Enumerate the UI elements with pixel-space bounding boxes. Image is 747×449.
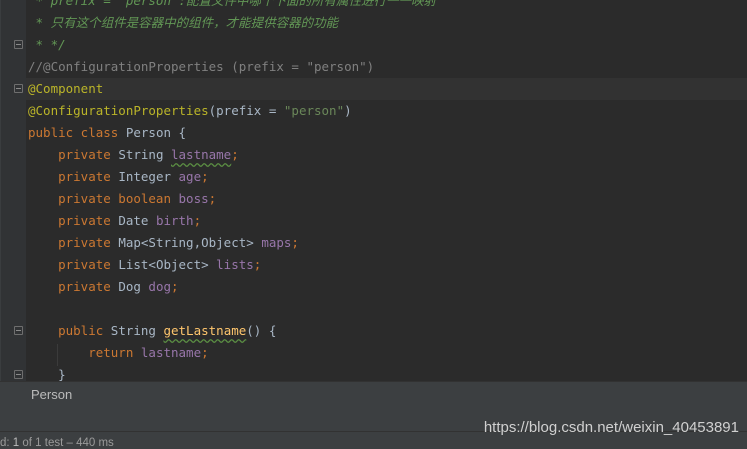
code-line[interactable]: private Integer age; [28, 166, 209, 188]
code-token: ; [291, 235, 299, 250]
current-line-highlight [0, 78, 747, 100]
breadcrumb-item-person[interactable]: Person [31, 387, 72, 402]
watermark-text: https://blog.csdn.net/weixin_40453891 [483, 419, 739, 436]
code-token: "person" [283, 103, 345, 118]
code-token: Date [118, 213, 156, 228]
test-duration: – 440 ms [63, 437, 114, 449]
code-line[interactable]: private Date birth; [28, 210, 201, 232]
code-token: private [28, 147, 119, 162]
code-token: getLastname [163, 323, 247, 338]
code-token: boss [178, 191, 209, 206]
code-token: //@ConfigurationProperties (prefix = "pe… [28, 59, 375, 74]
code-token: @ConfigurationProperties [28, 103, 209, 118]
code-line[interactable]: private Dog dog; [28, 276, 179, 298]
code-token: ; [201, 169, 209, 184]
code-line[interactable]: private boolean boss; [28, 188, 216, 210]
code-line[interactable]: * 只有这个组件是容器中的组件，才能提供容器的功能 [28, 12, 339, 34]
code-token: public [28, 323, 111, 338]
code-token: dog [148, 279, 171, 294]
code-line[interactable]: @Component [28, 78, 103, 100]
code-token: birth [155, 213, 194, 228]
code-line[interactable]: private String lastname; [28, 144, 239, 166]
code-token: return [28, 345, 141, 360]
code-token: lastname [171, 147, 232, 162]
test-status: d: 1 of 1 test – 440 ms [0, 437, 114, 449]
code-token: List<Object> [118, 257, 217, 272]
code-token: private boolean [28, 191, 179, 206]
code-token: private [28, 235, 119, 250]
code-token: lists [216, 257, 254, 272]
code-line[interactable]: * prefix = "person":配置文件中哪个下面的所有属性进行一一映射 [28, 0, 437, 12]
breadcrumb-bar: Person [0, 381, 747, 408]
fold-icon[interactable] [14, 370, 23, 379]
code-token: public class [28, 125, 126, 140]
code-token: @Component [28, 81, 104, 96]
code-token: Map<String,Object> [118, 235, 262, 250]
code-line[interactable]: public String getLastname() { [28, 320, 276, 342]
code-token: private [28, 279, 119, 294]
code-token: ; [171, 279, 179, 294]
code-line[interactable]: @ConfigurationProperties(prefix = "perso… [28, 100, 352, 122]
code-token: String [110, 323, 164, 338]
code-token: } [28, 367, 66, 381]
code-token: Person { [125, 125, 187, 140]
code-token: ; [201, 345, 209, 360]
status-prefix: d: [0, 437, 13, 449]
code-line[interactable]: * */ [28, 34, 66, 56]
code-token: lastname [140, 345, 202, 360]
code-token: * 只有这个组件是容器中的组件，才能提供容器的功能 [28, 15, 339, 30]
fold-icon[interactable] [14, 326, 23, 335]
gutter-divider [0, 0, 1, 381]
code-token: maps [261, 235, 292, 250]
fold-icon[interactable] [14, 40, 23, 49]
code-token: ) [344, 103, 352, 118]
code-editor[interactable]: * prefix = "person":配置文件中哪个下面的所有属性进行一一映射… [0, 0, 747, 381]
code-line[interactable]: } [28, 364, 66, 381]
code-token: Dog [118, 279, 149, 294]
run-panel: d: 1 of 1 test – 440 ms https://blog.csd… [0, 407, 747, 449]
code-token: () { [246, 323, 277, 338]
code-line[interactable]: //@ConfigurationProperties (prefix = "pe… [28, 56, 374, 78]
code-token: * prefix = "person":配置文件中哪个下面的所有属性进行一一映射 [28, 0, 437, 8]
code-token: Integer [118, 169, 179, 184]
tests-total: of 1 test [19, 437, 64, 449]
code-token: * */ [28, 37, 66, 52]
code-token: private [28, 213, 119, 228]
fold-icon[interactable] [14, 84, 23, 93]
code-token: ; [208, 191, 217, 206]
code-line[interactable]: private Map<String,Object> maps; [28, 232, 299, 254]
code-token: ; [193, 213, 202, 228]
code-token: private [28, 169, 119, 184]
code-token: age [178, 169, 202, 184]
code-line[interactable]: private List<Object> lists; [28, 254, 261, 276]
code-line[interactable]: return lastname; [28, 342, 209, 364]
editor-gutter[interactable] [0, 0, 26, 381]
code-line[interactable]: public class Person { [28, 122, 186, 144]
code-token: ; [253, 257, 262, 272]
code-token: String [118, 147, 171, 162]
code-token: (prefix = [208, 103, 284, 118]
code-token: private [28, 257, 119, 272]
code-token: ; [231, 147, 239, 162]
